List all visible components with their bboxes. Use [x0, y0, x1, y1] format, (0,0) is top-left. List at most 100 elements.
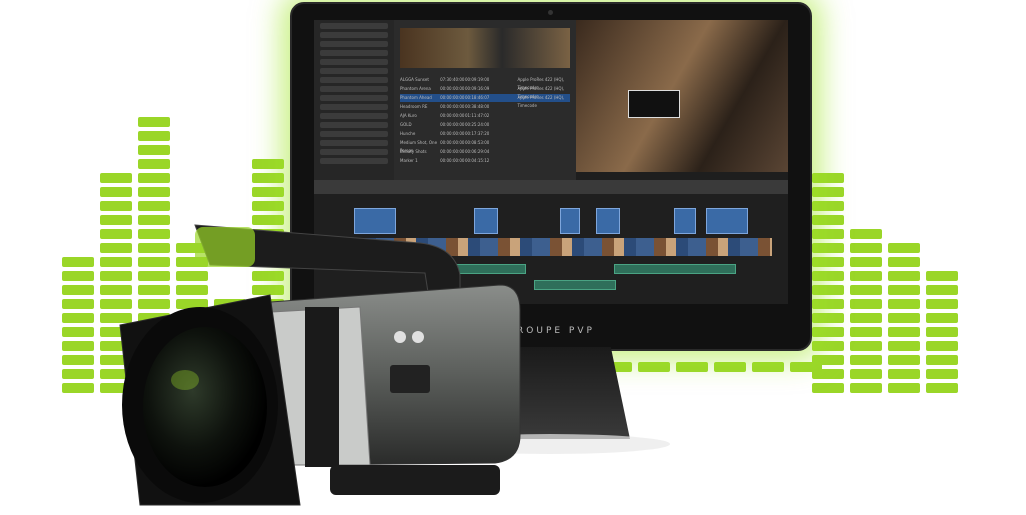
clip-name: Phantom Ahead — [400, 95, 432, 100]
equalizer-segment — [888, 271, 920, 281]
equalizer-segment — [850, 341, 882, 351]
equalizer-segment — [812, 341, 844, 351]
equalizer-segment — [888, 369, 920, 379]
audio-clip — [614, 264, 736, 274]
clip-list-row[interactable]: Phantom Ahead 00:00:00:00 00:18:46:07 Apple… — [400, 94, 570, 108]
equalizer-segment — [138, 131, 170, 141]
equalizer-segment — [100, 201, 132, 211]
clip-codec: Apple ProRes 422 (HQ), Timecode — [517, 77, 565, 90]
equalizer-segment — [138, 173, 170, 183]
equalizer-segment — [138, 201, 170, 211]
equalizer-segment — [62, 271, 94, 281]
library-panel — [314, 20, 394, 180]
equalizer-segment — [812, 257, 844, 267]
equalizer-segment — [926, 383, 958, 393]
clip-name: AJA Kuro — [400, 113, 417, 118]
equalizer-segment — [850, 229, 882, 239]
equalizer-segment — [676, 362, 708, 372]
clapperboard — [628, 90, 680, 118]
equalizer-segment — [812, 229, 844, 239]
clip-name: Hunche — [400, 131, 416, 136]
clip-end: 00:09:19:00 — [464, 77, 490, 82]
clip-end: 00:17:37:20 — [464, 131, 490, 136]
equalizer-segment — [888, 299, 920, 309]
clip-list-row[interactable]: GOLD 00:00:00:00 00:25:24:00 — [400, 121, 570, 129]
equalizer-segment — [812, 201, 844, 211]
equalizer-segment — [790, 362, 822, 372]
clip-start: 00:00:00:00 — [440, 113, 465, 118]
equalizer-segment — [812, 299, 844, 309]
clip-start: 07:30:40:00 — [440, 77, 465, 82]
timeline-toolbar — [314, 180, 788, 194]
equalizer-segment — [62, 383, 94, 393]
camcorder — [119, 224, 521, 506]
equalizer-segment — [62, 355, 94, 365]
equalizer-segment — [926, 355, 958, 365]
equalizer-segment — [888, 341, 920, 351]
clip-start: 00:00:00:00 — [440, 140, 465, 145]
equalizer-segment — [252, 173, 284, 183]
equalizer-segment — [752, 362, 784, 372]
equalizer-segment — [926, 299, 958, 309]
clip-list-row[interactable]: ALGGA Sunset 07:30:40:00 00:09:19:00 Apple … — [400, 76, 570, 90]
equalizer-segment — [926, 369, 958, 379]
clip-codec — [517, 148, 570, 156]
clip-start: 00:00:00:00 — [440, 122, 465, 127]
clip-list-row[interactable]: Beauty Shots 00:00:00:00 00:06:29:04 — [400, 148, 570, 156]
equalizer-segment — [138, 159, 170, 169]
clip-list-row[interactable]: AJA Kuro 00:00:00:00 01:11:47:02 — [400, 112, 570, 120]
equalizer-segment — [252, 187, 284, 197]
clip-start: 00:00:00:00 — [440, 131, 465, 136]
equalizer-segment — [62, 257, 94, 267]
equalizer-segment — [850, 383, 882, 393]
equalizer-segment — [138, 117, 170, 127]
equalizer-segment — [812, 285, 844, 295]
clip-name: Medium Shot, One Person — [400, 140, 438, 153]
equalizer-segment — [850, 313, 882, 323]
clip-start: 00:00:00:00 — [440, 149, 465, 154]
timeline-clip — [674, 208, 696, 234]
clip-name: Headroom RE — [400, 104, 428, 109]
video-viewer — [576, 20, 788, 172]
equalizer-segment — [888, 313, 920, 323]
equalizer-segment — [812, 173, 844, 183]
clip-codec — [517, 139, 570, 147]
equalizer-segment — [812, 313, 844, 323]
equalizer-segment — [850, 243, 882, 253]
equalizer-segment — [926, 327, 958, 337]
equalizer-segment — [850, 355, 882, 365]
equalizer-segment — [138, 145, 170, 155]
clip-codec — [517, 112, 570, 120]
clip-start: 00:00:00:00 — [440, 104, 465, 109]
clip-name: Marker 1 — [400, 158, 418, 163]
equalizer-segment — [850, 285, 882, 295]
equalizer-segment — [926, 285, 958, 295]
equalizer-segment — [62, 327, 94, 337]
equalizer-segment — [100, 187, 132, 197]
equalizer-segment — [888, 243, 920, 253]
equalizer-segment — [850, 257, 882, 267]
clip-codec — [517, 103, 570, 111]
clip-list-row[interactable]: Headroom RE 00:00:00:00 00:38:48:00 — [400, 103, 570, 111]
equalizer-segment — [252, 159, 284, 169]
equalizer-segment — [812, 327, 844, 337]
equalizer-segment — [926, 341, 958, 351]
clip-end: 00:08:53:00 — [464, 140, 490, 145]
clip-codec — [517, 157, 570, 165]
clip-list-row[interactable]: Hunche 00:00:00:00 00:17:37:20 — [400, 130, 570, 138]
equalizer-segment — [850, 327, 882, 337]
clip-list: ALGGA Sunset 07:30:40:00 00:09:19:00 Apple … — [400, 76, 570, 166]
equalizer-segment — [850, 369, 882, 379]
clip-end: 00:06:29:04 — [464, 149, 490, 154]
equalizer-segment — [888, 355, 920, 365]
equalizer-segment — [850, 271, 882, 281]
clip-list-row[interactable]: Phantom Arena 00:00:00:00 00:09:16:09 Apple… — [400, 85, 570, 99]
equalizer-segment — [888, 257, 920, 267]
equalizer-segment — [812, 243, 844, 253]
clip-codec — [517, 130, 570, 138]
clip-list-row[interactable]: Medium Shot, One Person 00:00:00:00 00:08:… — [400, 139, 570, 153]
clip-list-row[interactable]: Marker 1 00:00:00:00 00:04:15:12 — [400, 157, 570, 165]
webcam — [548, 10, 553, 15]
equalizer-segment — [850, 299, 882, 309]
clip-name: Beauty Shots — [400, 149, 427, 154]
